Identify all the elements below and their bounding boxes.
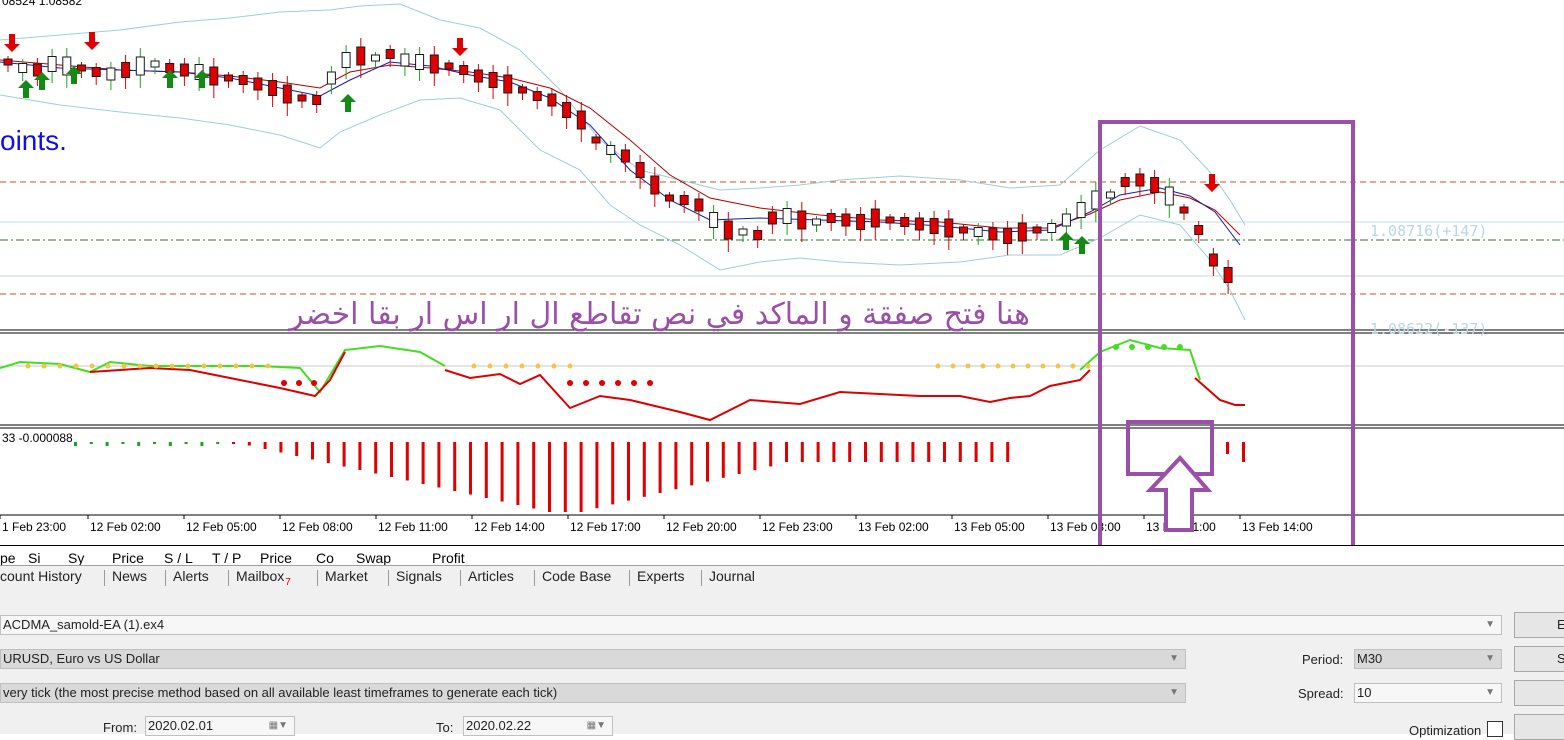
expert-select[interactable]: ACDMA_samold-EA (1).ex4 ▼ [0,615,1502,635]
price-level-label-2: 1.08622(-137) [1370,320,1487,338]
time-axis-label: 12 Feb 11:00 [378,520,448,534]
to-date-field[interactable]: 2020.02.22 ▦▼ [463,716,613,736]
period-select[interactable]: M30 ▼ [1354,649,1502,669]
time-axis-label: 1 Feb 23:00 [2,520,66,534]
column-header[interactable]: Swap [356,550,391,566]
period-label: Period: [1302,652,1344,667]
time-axis-label: 12 Feb 08:00 [282,520,353,534]
tab-divider [629,570,630,586]
time-axis-label: 12 Feb 14:00 [474,520,545,534]
chevron-down-icon: ▼ [1169,687,1179,698]
expert-properties-button[interactable]: E [1514,612,1564,638]
calendar-icon: ▦▼ [268,720,288,731]
spread-label: Spread: [1298,686,1344,701]
from-date-field[interactable]: 2020.02.01 ▦▼ [145,716,295,736]
column-header[interactable]: Co [316,550,334,566]
points-text: oints. [0,125,67,156]
chevron-down-icon: ▼ [1485,619,1495,630]
time-axis-label: 13 Feb 05:00 [954,520,1025,534]
time-axis-label: 12 Feb 20:00 [666,520,737,534]
tab-divider [317,570,318,586]
open-chart-button[interactable] [1514,680,1564,706]
chevron-down-icon: ▼ [1169,653,1179,664]
tab-market[interactable]: Market [325,568,368,584]
time-axis-label: 13 Feb 02:00 [858,520,929,534]
macd-readout: 33 -0.000088 [2,431,73,445]
arabic-annotation: هنا فتح صفقة و الماكد في نص تقاطع ال ار … [287,297,1030,332]
tab-divider [165,570,166,586]
column-header[interactable]: T / P [212,550,241,566]
chevron-down-icon: ▼ [1485,687,1495,698]
time-axis-label: 12 Feb 02:00 [90,520,161,534]
price-chart[interactable]: 08524 1.08582 oints. هنا فتح صفقة و الما… [0,0,1564,545]
price-level-label: 1.08716(+147) [1370,222,1487,240]
column-header[interactable]: S / L [164,550,193,566]
tab-journal[interactable]: Journal [709,568,755,584]
tab-articles[interactable]: Articles [468,568,514,584]
column-header[interactable]: Price [260,550,292,566]
tab-signals[interactable]: Signals [396,568,442,584]
chart-top-info: 08524 1.08582 [2,0,82,8]
model-select[interactable]: very tick (the most precise method based… [0,683,1186,703]
spread-select[interactable]: 10 ▼ [1354,683,1502,703]
trade-columns-header: pe Si Sy Price S / L T / P Price Co Swap Profit [0,545,1564,566]
to-label: To: [436,720,454,735]
tab-divider [104,570,105,586]
tab-alerts[interactable]: Alerts [173,568,209,584]
tab-divider [701,570,702,586]
tab-experts[interactable]: Experts [637,568,684,584]
calendar-icon: ▦▼ [586,720,606,731]
symbol-properties-button[interactable]: Sy [1514,646,1564,672]
time-axis-label: 12 Feb 23:00 [762,520,833,534]
tab-news[interactable]: News [112,568,147,584]
tab-divider [534,570,535,586]
time-axis-label: 13 Feb 08:00 [1050,520,1121,534]
column-header[interactable]: Price [112,550,144,566]
strategy-tester-panel: ACDMA_samold-EA (1).ex4▼ E URUSD, Euro v… [0,590,1564,740]
unread-badge: 7 [285,577,291,588]
time-axis-label: 13 Feb 14:00 [1242,520,1313,534]
chevron-down-icon: ▼ [1485,653,1495,664]
column-header[interactable]: Si [28,550,40,566]
column-header[interactable]: Sy [68,550,84,566]
terminal-tabs: count History News Alerts Mailbox7 Market Sig… [0,565,1564,591]
tab-divider [228,570,229,586]
from-label: From: [103,720,137,735]
tab-count-history[interactable]: count History [0,568,82,584]
tab-divider [388,570,389,586]
time-axis-label: 12 Feb 17:00 [570,520,641,534]
modify-expert-button[interactable] [1514,714,1564,740]
time-axis-label: 12 Feb 05:00 [186,520,257,534]
column-header[interactable]: Profit [432,550,465,566]
optimization-label: Optimization [1409,723,1482,738]
symbol-select[interactable]: URUSD, Euro vs US Dollar ▼ [0,649,1186,669]
tab-divider [460,570,461,586]
tab-code-base[interactable]: Code Base [542,568,611,584]
optimization-checkbox[interactable] [1487,721,1503,737]
column-header[interactable]: pe [0,550,16,566]
tab-mailbox[interactable]: Mailbox7 [236,568,291,588]
